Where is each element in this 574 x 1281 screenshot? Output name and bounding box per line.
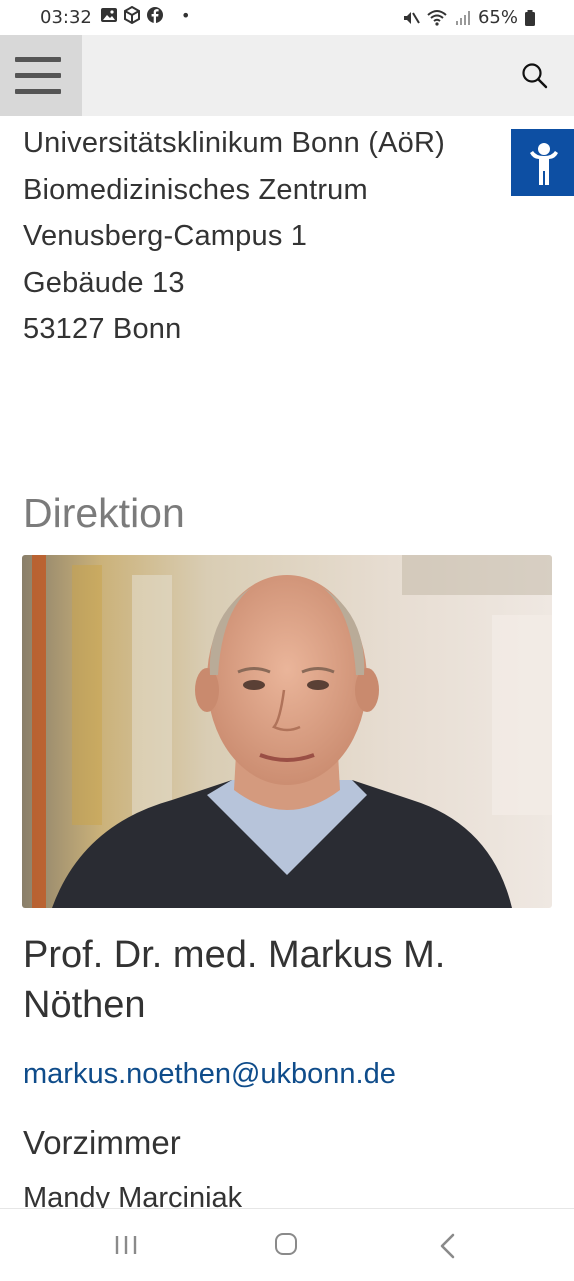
notification-dot: • [181,6,191,25]
status-left-icons [100,6,164,24]
address-line: 53127 Bonn [23,313,182,345]
system-nav-bar [0,1208,574,1281]
battery-percent: 65% [477,7,518,28]
mute-icon [403,11,420,24]
accessibility-button[interactable] [511,129,574,196]
portrait-image [22,555,552,908]
accessibility-person-icon [530,143,558,185]
gallery-icon [101,8,117,22]
recents-icon[interactable] [114,1234,138,1256]
director-photo [22,555,552,908]
battery-icon [525,9,535,26]
home-icon[interactable] [275,1233,297,1255]
address-line: Venusberg-Campus 1 [23,220,308,252]
status-bar: 03:32 • 65% [0,0,574,34]
wifi-icon [427,9,447,26]
section-title: Direktion [23,490,185,536]
address-line: Universitätsklinikum Bonn (AöR) [23,127,445,159]
status-right-icons: 65% [402,7,536,28]
menu-button[interactable] [0,35,82,116]
address-block: Universitätsklinikum Bonn (AöR) Biomediz… [23,120,445,353]
director-name: Prof. Dr. med. Markus M. Nöthen [23,934,446,1026]
back-icon[interactable] [438,1233,458,1259]
site-header [0,35,574,116]
facebook-icon [147,7,163,23]
hamburger-menu-icon [15,57,61,62]
office-heading: Vorzimmer [23,1124,181,1161]
search-icon[interactable] [520,61,550,91]
director-email-link[interactable]: markus.noethen@ukbonn.de [23,1058,396,1091]
signal-icon [455,10,470,25]
status-time: 03:32 [40,7,92,28]
cube-icon [124,6,140,24]
address-line: Gebäude 13 [23,266,185,299]
address-line: Biomedizinisches Zentrum [23,173,368,206]
